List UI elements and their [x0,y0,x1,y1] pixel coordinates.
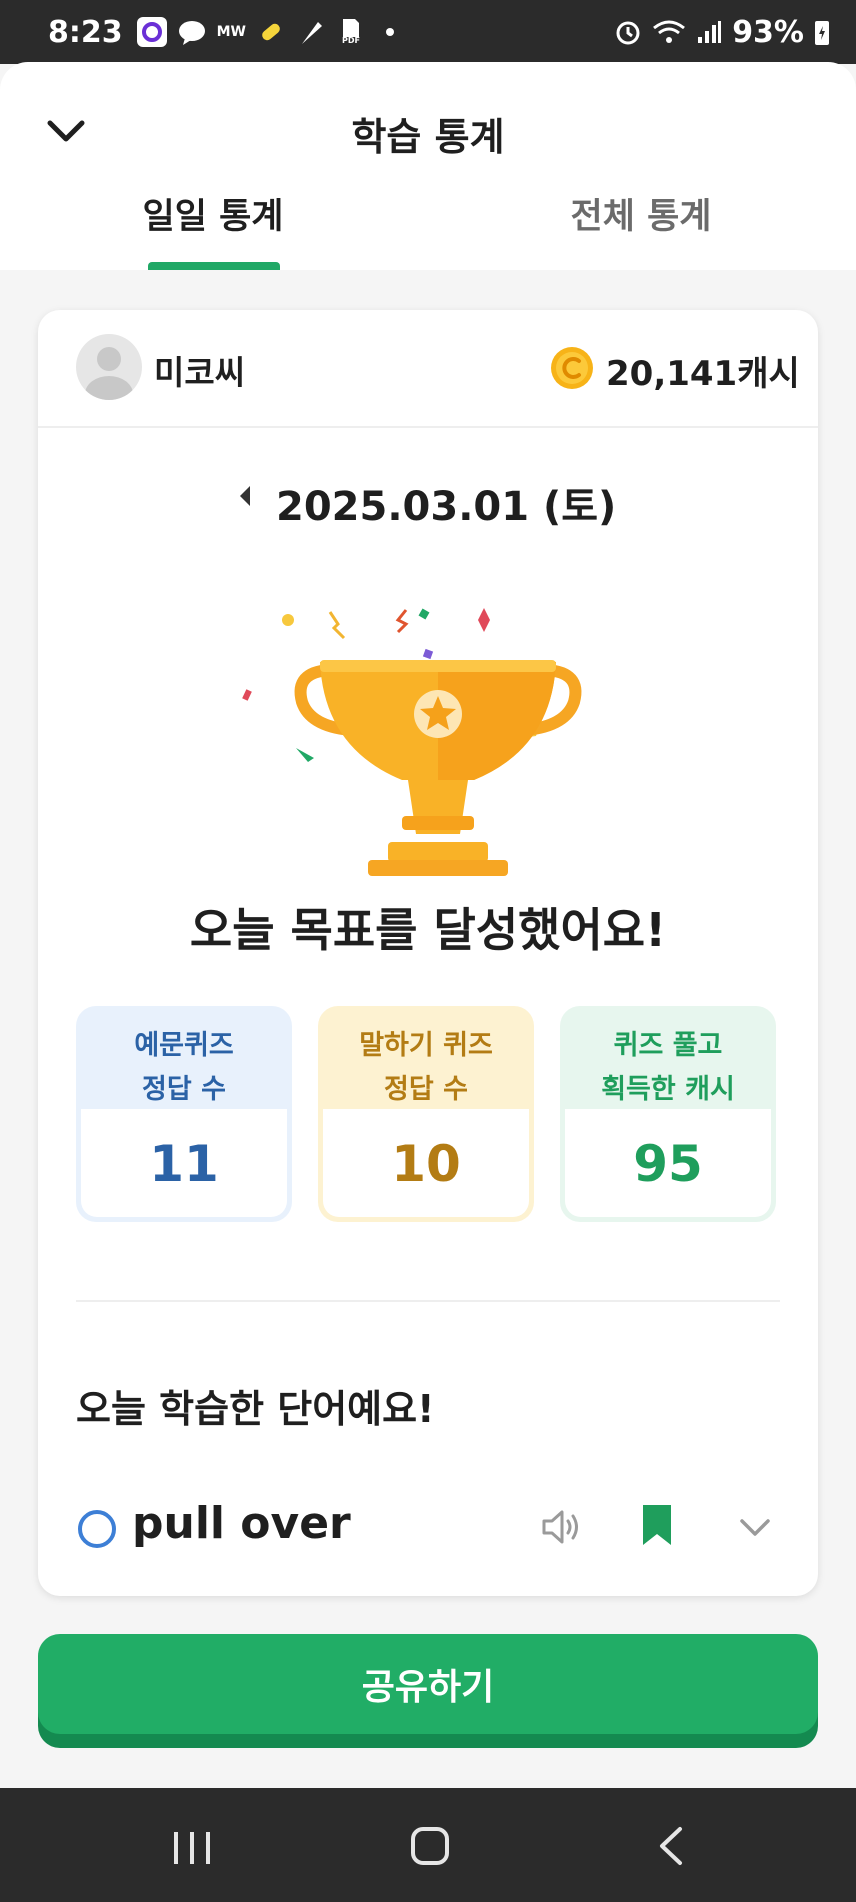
coin-icon [551,347,593,389]
status-icons: 93% [614,15,830,50]
status-bar: 8:23 MW PDF 93% [0,0,856,64]
stat-label: 퀴즈 풀고 획득한 캐시 [601,1030,735,1105]
stat-value: 95 [633,1135,703,1193]
status-time: 8:23 [48,14,123,50]
cash-balance: 20,141캐시 [606,354,800,394]
share-button[interactable]: 공유하기 [38,1634,818,1734]
signal-icon [698,21,722,43]
user-avatar-icon [85,347,133,400]
trophy-icon [242,608,582,876]
chevron-down-icon[interactable] [736,1508,774,1546]
word-status-circle-icon [78,1510,116,1548]
list-item[interactable]: pull over [38,1496,818,1566]
battery-percent: 93% [732,14,804,50]
back-icon[interactable] [658,1826,684,1866]
current-date: 2025.03.01 (토) [276,484,617,530]
learned-words-title: 오늘 학습한 단어예요! [76,1387,435,1431]
pdf-notification-icon: PDF [336,17,366,47]
system-nav-bar [0,1788,856,1902]
pdf-notification-label: PDF [342,36,360,45]
avatar [76,334,142,400]
stat-speaking-quiz: 말하기 퀴즈 정답 수 10 [318,1006,534,1222]
chat-notification-icon [177,17,207,47]
user-row: 미코씨 20,141캐시 [38,310,818,428]
word-text: pull over [132,1498,351,1549]
alarm-icon [616,21,640,45]
date-selector: 2025.03.01 (토) [38,468,818,530]
stat-sentence-quiz: 예문퀴즈 정답 수 11 [76,1006,292,1222]
wifi-icon [653,20,686,43]
home-icon[interactable] [410,1826,450,1866]
pill-notification-icon [256,17,286,47]
active-tab-indicator [148,262,280,270]
stat-label: 말하기 퀴즈 정답 수 [359,1030,493,1105]
speaker-icon[interactable] [538,1504,584,1550]
username: 미코씨 [154,353,246,392]
tab-daily-stats[interactable]: 일일 통계 [118,188,308,239]
stat-earned-cash: 퀴즈 풀고 획득한 캐시 95 [560,1006,776,1222]
triangle-left-icon[interactable] [238,484,252,508]
daily-stats-card: 미코씨 20,141캐시 2025.03.01 (토) 오늘 목표를 달성했어요… [38,310,818,1596]
bookmark-icon[interactable] [638,1502,676,1548]
battery-charging-icon [815,21,829,45]
page-title: 학습 통계 [351,115,505,159]
header: 학습 통계 일일 통계 전체 통계 [0,62,856,270]
app-notification-icon [136,17,167,47]
section-divider [76,1300,780,1302]
stat-value: 11 [149,1135,219,1193]
recents-icon[interactable] [172,1828,212,1868]
tab-total-stats[interactable]: 전체 통계 [546,188,736,239]
stat-value: 10 [391,1135,461,1193]
mw-notification-label: MW [216,24,246,40]
goal-achieved-message: 오늘 목표를 달성했어요! [189,903,667,957]
more-notifications-dot [386,28,394,36]
stat-label: 예문퀴즈 정답 수 [134,1030,234,1105]
feather-notification-icon [296,17,326,47]
